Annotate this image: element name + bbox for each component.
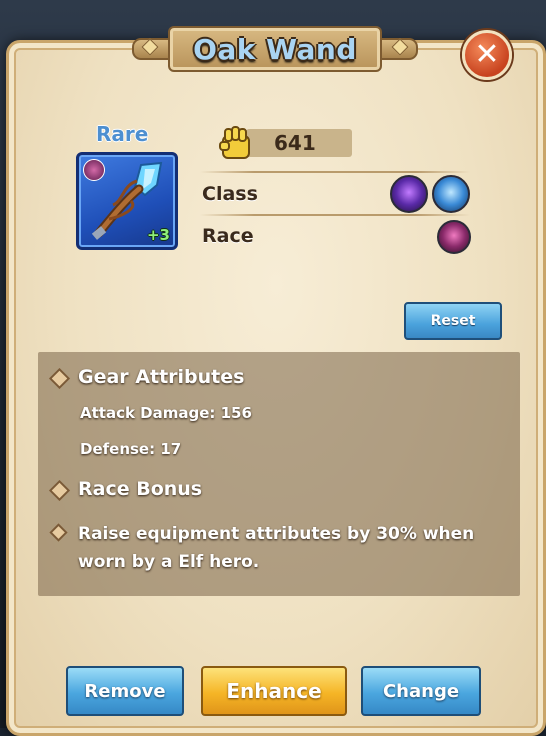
reset-button[interactable]: Reset: [404, 302, 502, 340]
power-value: 641: [274, 131, 316, 155]
power-bar: 641: [246, 129, 352, 157]
item-portrait[interactable]: +3: [76, 152, 178, 250]
rarity-label: Rare: [96, 122, 149, 146]
attribute-attack-damage: Attack Damage: 156: [80, 404, 252, 422]
ice-mage-class-icon: [432, 175, 470, 213]
divider: [200, 171, 470, 173]
divider: [200, 214, 470, 216]
close-x-icon: ✕: [474, 37, 500, 72]
class-label: Class: [202, 183, 258, 205]
item-title: Oak Wand: [193, 32, 357, 66]
gear-attributes-heading: Gear Attributes: [78, 366, 245, 388]
race-bonus-heading: Race Bonus: [78, 478, 203, 500]
attribute-defense: Defense: 17: [80, 440, 182, 458]
item-level: +3: [146, 226, 170, 244]
race-label: Race: [202, 225, 254, 247]
dark-mage-class-icon: [390, 175, 428, 213]
change-button[interactable]: Change: [361, 666, 481, 716]
elf-race-icon: [437, 220, 471, 254]
fist-icon: [219, 126, 250, 159]
race-bonus-description: Raise equipment attributes by 30% when w…: [78, 524, 475, 572]
title-plaque: Oak Wand: [168, 26, 382, 72]
close-button[interactable]: ✕: [462, 30, 512, 80]
enhance-button[interactable]: Enhance: [201, 666, 347, 716]
remove-button[interactable]: Remove: [66, 666, 184, 716]
